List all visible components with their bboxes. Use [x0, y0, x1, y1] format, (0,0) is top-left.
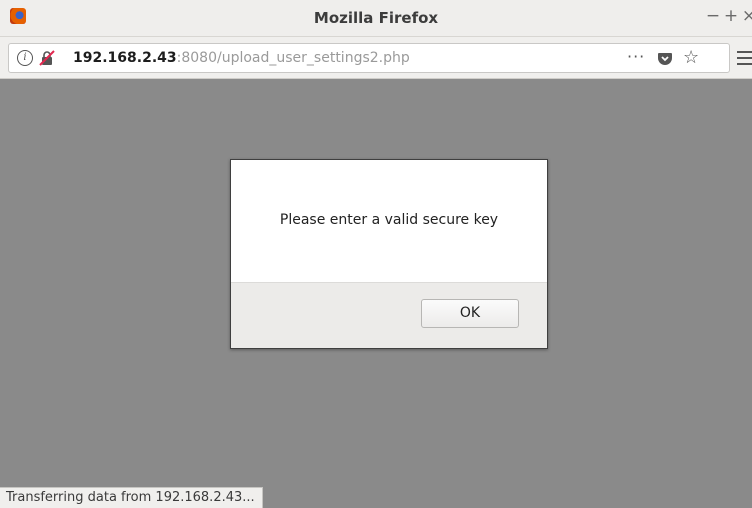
- close-button[interactable]: ×: [740, 6, 752, 26]
- hamburger-menu-icon[interactable]: [737, 51, 752, 65]
- url-path: :8080/upload_user_settings2.php: [176, 50, 410, 66]
- site-info-icon[interactable]: i: [17, 50, 33, 66]
- ok-button[interactable]: OK: [421, 299, 519, 328]
- dialog-message: Please enter a valid secure key: [279, 212, 499, 228]
- pocket-icon[interactable]: [657, 50, 673, 66]
- window-titlebar: Mozilla Firefox − + ×: [0, 0, 752, 37]
- maximize-button[interactable]: +: [722, 6, 740, 26]
- page-actions-icon[interactable]: ···: [627, 47, 645, 66]
- minimize-button[interactable]: −: [704, 6, 722, 26]
- status-bar: Transferring data from 192.168.2.43...: [0, 487, 263, 508]
- bookmark-star-icon[interactable]: ☆: [683, 47, 699, 68]
- dialog-footer: OK: [231, 282, 547, 348]
- url-text[interactable]: 192.168.2.43:8080/upload_user_settings2.…: [73, 50, 410, 66]
- url-bar[interactable]: i 192.168.2.43:8080/upload_user_settings…: [8, 43, 730, 73]
- url-host: 192.168.2.43: [73, 50, 177, 66]
- window-controls: − + ×: [704, 6, 752, 26]
- navigation-toolbar: i 192.168.2.43:8080/upload_user_settings…: [0, 37, 752, 79]
- insecure-lock-icon[interactable]: [39, 50, 55, 66]
- page-content: Please enter a valid secure key OK: [0, 79, 752, 508]
- window-title: Mozilla Firefox: [313, 9, 439, 27]
- alert-dialog: Please enter a valid secure key OK: [230, 159, 548, 349]
